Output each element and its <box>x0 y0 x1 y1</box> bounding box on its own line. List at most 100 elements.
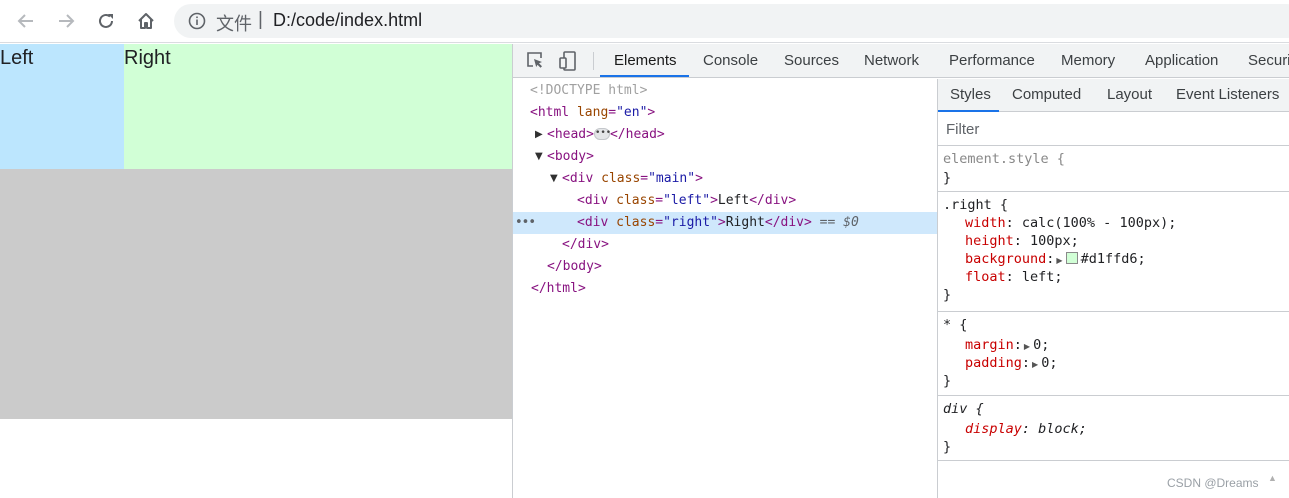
declaration-display[interactable]: display: block; <box>965 420 1087 438</box>
expand-triangle-icon[interactable]: ▶ <box>1056 256 1062 265</box>
color-swatch[interactable] <box>1065 252 1078 264</box>
dom-doctype[interactable]: <!DOCTYPE html> <box>530 80 647 102</box>
forward-button[interactable] <box>51 6 81 36</box>
rule-right[interactable]: .right { width: calc(100% - 100px); heig… <box>938 193 1289 312</box>
prop-name: display <box>965 421 1022 437</box>
rule-element-style[interactable]: element.style { } <box>938 147 1289 192</box>
prop-value: 100px; <box>1030 233 1079 249</box>
dom-body-open[interactable]: ▼ <body> <box>535 146 935 168</box>
rule-close: } <box>943 439 952 455</box>
dom-html-close[interactable]: </html> <box>531 278 586 300</box>
dom-html-open[interactable]: <html lang="en"> <box>530 102 655 124</box>
active-tab-indicator <box>938 110 999 112</box>
rule-div-user-agent[interactable]: div { display: block; } <box>938 397 1289 461</box>
prop-name: height <box>965 233 1014 249</box>
tab-elements[interactable]: Elements <box>614 52 677 69</box>
div-close-tag: </div> <box>764 215 812 230</box>
tab-styles[interactable]: Styles <box>950 86 991 103</box>
declaration-padding[interactable]: padding: ▶ 0; <box>965 354 1057 372</box>
prop-value: calc(100% - 100px); <box>1021 215 1177 231</box>
prop-value: left; <box>1021 269 1063 285</box>
styles-filter-input[interactable]: Filter <box>938 113 1289 146</box>
address-bar[interactable]: 文件 | D:/code/index.html <box>174 4 1289 38</box>
inspect-element-icon[interactable] <box>525 50 545 70</box>
tab-sources[interactable]: Sources <box>784 52 839 69</box>
devtools-panel: Elements Console Sources Network Perform… <box>512 44 1289 498</box>
selector-text: element.style { <box>943 151 1065 167</box>
class-attr: class <box>616 193 656 208</box>
tab-network[interactable]: Network <box>864 52 919 69</box>
equals-sign: = <box>640 171 649 186</box>
head-open-tag: <head> <box>547 127 594 142</box>
expand-triangle-icon[interactable]: ▶ <box>535 124 543 146</box>
div-right-text: Right <box>725 215 765 230</box>
rule-close: } <box>943 170 952 186</box>
scheme-separator: | <box>258 9 263 30</box>
prop-value: 0; <box>1033 337 1050 353</box>
reload-button[interactable] <box>91 6 121 36</box>
back-arrow-icon <box>17 14 33 28</box>
collapse-triangle-icon[interactable]: ▼ <box>535 146 543 168</box>
main-div: Left Right <box>0 44 512 419</box>
forward-arrow-icon <box>59 14 75 28</box>
tab-console[interactable]: Console <box>703 52 758 69</box>
info-icon[interactable] <box>188 12 206 30</box>
tag-close-bracket: > <box>695 171 703 186</box>
div-tag: <div <box>577 193 609 208</box>
class-attr: class <box>601 171 641 186</box>
expand-triangle-icon[interactable]: ▶ <box>1032 360 1038 369</box>
equals-sign: = <box>608 105 617 120</box>
prop-name: padding <box>965 355 1022 371</box>
collapsed-ellipsis-icon[interactable]: ••• <box>593 127 611 140</box>
device-toolbar-icon[interactable] <box>558 50 578 72</box>
scroll-up-icon[interactable]: ▲ <box>1268 473 1277 483</box>
tab-memory[interactable]: Memory <box>1061 52 1115 69</box>
div-tag: <div <box>577 215 609 230</box>
right-div: Right <box>124 44 512 169</box>
tag-close-bracket: > <box>717 215 726 230</box>
dom-body-close[interactable]: </body> <box>547 256 602 278</box>
dom-head[interactable]: ▶ <head>•••</head> <box>535 124 935 146</box>
tab-computed[interactable]: Computed <box>1012 86 1081 103</box>
lang-value: "en" <box>616 105 648 120</box>
rule-selector: .right { <box>943 197 1009 213</box>
expand-triangle-icon[interactable]: ▶ <box>1024 342 1030 351</box>
declaration-width[interactable]: width: calc(100% - 100px); <box>965 214 1176 232</box>
tab-security[interactable]: Securi <box>1248 52 1289 69</box>
rule-selector: element.style { <box>943 150 1065 168</box>
declaration-height[interactable]: height: 100px; <box>965 232 1079 250</box>
tab-application[interactable]: Application <box>1145 52 1218 69</box>
head-close-tag: </head> <box>609 127 665 142</box>
prop-name: margin <box>965 337 1014 353</box>
more-actions-icon[interactable]: ••• <box>515 212 536 234</box>
browser-toolbar: 文件 | D:/code/index.html <box>0 0 1289 43</box>
rule-close: } <box>943 373 952 389</box>
rule-universal[interactable]: * { margin: ▶ 0; padding: ▶ 0; } <box>938 313 1289 396</box>
class-attr: class <box>616 215 656 230</box>
dom-div-main[interactable]: ▼ <div class="main"> <box>550 168 935 190</box>
prop-value: #d1ffd6; <box>1080 251 1146 267</box>
declaration-background[interactable]: background: ▶ #d1ffd6; <box>965 250 1146 268</box>
lang-attr: lang <box>576 105 609 120</box>
div-close-tag: </div> <box>749 193 797 208</box>
tab-performance[interactable]: Performance <box>949 52 1035 69</box>
doctype-text: <!DOCTYPE html> <box>530 83 648 98</box>
collapse-triangle-icon[interactable]: ▼ <box>550 168 558 190</box>
page-viewport: Left Right <box>0 44 512 498</box>
back-button[interactable] <box>11 6 41 36</box>
body-open-tag: <body> <box>547 149 594 164</box>
tab-layout[interactable]: Layout <box>1107 86 1152 103</box>
dom-div-left[interactable]: <div class="left">Left</div> <box>577 190 796 212</box>
declaration-margin[interactable]: margin: ▶ 0; <box>965 336 1049 354</box>
tab-event-listeners[interactable]: Event Listeners <box>1176 86 1279 103</box>
html-close-tag: </html> <box>531 281 586 296</box>
filter-placeholder: Filter <box>946 121 980 138</box>
home-button[interactable] <box>131 6 161 36</box>
styles-sidebar: Styles Computed Layout Event Listeners F… <box>937 79 1289 498</box>
declaration-float[interactable]: float: left; <box>965 268 1063 286</box>
tag-close-bracket: > <box>647 105 656 120</box>
dom-div-main-close[interactable]: </div> <box>562 234 609 256</box>
url-text[interactable]: D:/code/index.html <box>273 10 422 31</box>
dom-div-right-selected[interactable]: ••• <div class="right">Right</div> == $0 <box>513 212 937 234</box>
rule-selector: * { <box>943 317 968 333</box>
